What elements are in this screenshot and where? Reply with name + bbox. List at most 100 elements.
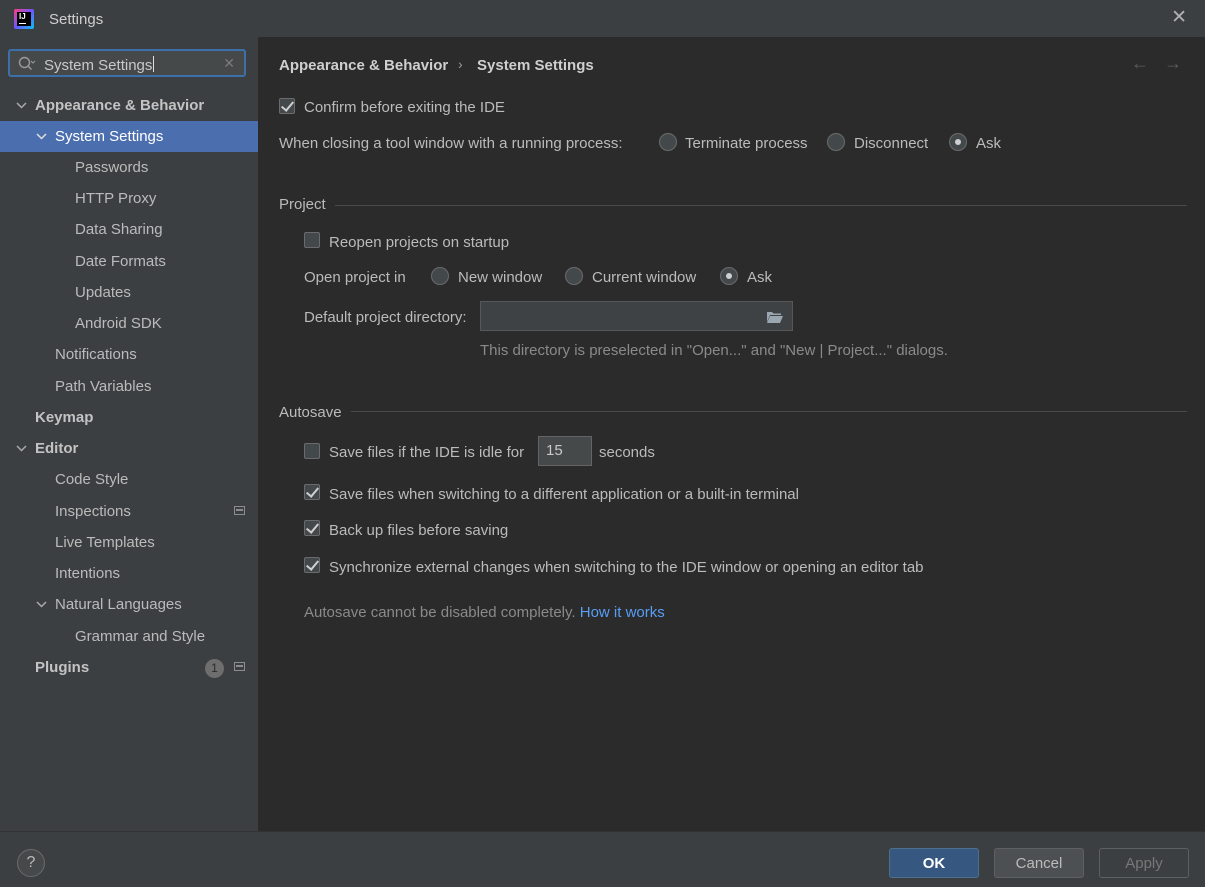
project-level-icon (234, 662, 245, 671)
sidebar-item-label: Notifications (55, 346, 137, 363)
autosave-separator (351, 411, 1187, 412)
sidebar-item-editor[interactable]: Editor (0, 433, 258, 464)
new-window-label: New window (458, 269, 543, 286)
sidebar-item-label: Grammar and Style (75, 628, 206, 645)
sidebar-item-code-style[interactable]: Code Style (0, 464, 258, 495)
sidebar-item-plugins[interactable]: Plugins 1 (0, 652, 258, 683)
sidebar-item-label: Intentions (55, 565, 121, 582)
chevron-down-icon[interactable] (16, 100, 27, 111)
confirm-exit-label: Confirm before exiting the IDE (304, 99, 505, 116)
idle-seconds-input[interactable]: 15 (538, 436, 592, 466)
intellij-logo-icon: IJ (14, 9, 34, 29)
ok-button[interactable]: OK (889, 848, 979, 878)
plugins-update-badge: 1 (205, 659, 224, 678)
how-it-works-link[interactable]: How it works (580, 604, 665, 621)
search-value: System Settings (44, 57, 153, 74)
sidebar-item-live-templates[interactable]: Live Templates (0, 527, 258, 558)
sidebar-item-label: Data Sharing (75, 221, 163, 238)
sidebar-item-inspections[interactable]: Inspections (0, 496, 258, 527)
autosave-note: Autosave cannot be disabled completely. … (304, 604, 665, 621)
sidebar-item-label: Code Style (55, 471, 129, 488)
sidebar-item-label: Path Variables (55, 378, 152, 395)
ask-label: Ask (976, 135, 1002, 152)
sidebar-item-notifications[interactable]: Notifications (0, 339, 258, 370)
current-window-radio[interactable] (565, 267, 583, 285)
sidebar-item-appearance-behavior[interactable]: Appearance & Behavior (0, 90, 258, 121)
project-level-icon (234, 506, 245, 515)
sidebar-item-updates[interactable]: Updates (0, 277, 258, 308)
sidebar-item-label: Passwords (75, 159, 149, 176)
backup-label: Back up files before saving (329, 522, 509, 539)
sidebar-item-label: Plugins (35, 659, 90, 676)
breadcrumb-current: System Settings (477, 57, 594, 74)
sidebar-item-data-sharing[interactable]: Data Sharing (0, 214, 258, 245)
default-dir-label: Default project directory: (304, 309, 467, 326)
save-idle-checkbox[interactable] (304, 443, 320, 459)
terminate-process-label: Terminate process (685, 135, 808, 152)
sidebar-item-passwords[interactable]: Passwords (0, 152, 258, 183)
breadcrumb-separator-icon: › (458, 56, 463, 72)
help-icon[interactable]: ? (17, 849, 45, 877)
chevron-down-icon[interactable] (16, 443, 27, 454)
cancel-button[interactable]: Cancel (994, 848, 1084, 878)
closing-tool-window-label: When closing a tool window with a runnin… (279, 135, 623, 152)
sidebar-item-keymap[interactable]: Keymap (0, 402, 258, 433)
project-section-title: Project (279, 196, 326, 213)
chevron-down-icon[interactable] (36, 599, 47, 610)
project-separator (335, 205, 1187, 206)
sync-external-label: Synchronize external changes when switch… (329, 559, 924, 576)
title-bar: IJ Settings ✕ (0, 0, 1205, 37)
sidebar-item-label: Android SDK (75, 315, 162, 332)
autosave-note-text: Autosave cannot be disabled completely. (304, 604, 576, 621)
sidebar-item-natural-languages[interactable]: Natural Languages (0, 589, 258, 620)
current-window-label: Current window (592, 269, 697, 286)
sidebar-item-label: Date Formats (75, 253, 166, 270)
sidebar-item-label: Appearance & Behavior (35, 97, 205, 114)
sidebar-item-label: Natural Languages (55, 596, 182, 613)
open-project-in-label: Open project in (304, 269, 406, 286)
chevron-down-icon[interactable] (36, 131, 47, 142)
autosave-section-title: Autosave (279, 404, 342, 421)
terminate-process-radio[interactable] (659, 133, 677, 151)
search-input[interactable]: System Settings ✕ (8, 49, 246, 77)
clear-search-icon[interactable]: ✕ (223, 55, 235, 72)
new-window-radio[interactable] (431, 267, 449, 285)
ask-open-label: Ask (747, 269, 773, 286)
settings-content: Appearance & Behavior › System Settings … (258, 37, 1205, 831)
sidebar-item-date-formats[interactable]: Date Formats (0, 246, 258, 277)
confirm-exit-checkbox[interactable] (279, 98, 295, 114)
breadcrumb-parent[interactable]: Appearance & Behavior (279, 57, 448, 74)
apply-button[interactable]: Apply (1099, 848, 1189, 878)
back-arrow-icon[interactable]: ← (1131, 53, 1149, 74)
default-dir-field[interactable] (480, 301, 793, 331)
forward-arrow-icon[interactable]: → (1164, 53, 1182, 74)
sidebar-item-android-sdk[interactable]: Android SDK (0, 308, 258, 339)
search-icon (18, 56, 36, 70)
logo-text: IJ (19, 12, 26, 21)
sidebar-item-grammar-and-style[interactable]: Grammar and Style (0, 621, 258, 652)
sidebar-item-label: Editor (35, 440, 79, 457)
ask-radio[interactable] (949, 133, 967, 151)
save-idle-label: Save files if the IDE is idle for (329, 444, 525, 461)
disconnect-label: Disconnect (854, 135, 929, 152)
disconnect-radio[interactable] (827, 133, 845, 151)
backup-checkbox[interactable] (304, 520, 320, 536)
sidebar-item-label: System Settings (55, 128, 164, 145)
settings-sidebar: System Settings ✕ Appearance & Behavior … (0, 37, 258, 831)
sidebar-item-path-variables[interactable]: Path Variables (0, 371, 258, 402)
sidebar-item-label: Live Templates (55, 534, 155, 551)
reopen-projects-checkbox[interactable] (304, 232, 320, 248)
close-icon[interactable]: ✕ (1171, 8, 1187, 27)
reopen-projects-label: Reopen projects on startup (329, 234, 510, 251)
sync-external-checkbox[interactable] (304, 557, 320, 573)
sidebar-item-label: Inspections (55, 503, 131, 520)
sidebar-item-label: HTTP Proxy (75, 190, 157, 207)
dialog-footer: ? OK Cancel Apply (0, 831, 1205, 887)
sidebar-item-http-proxy[interactable]: HTTP Proxy (0, 183, 258, 214)
save-switching-checkbox[interactable] (304, 484, 320, 500)
ask-open-radio[interactable] (720, 267, 738, 285)
folder-icon[interactable] (766, 310, 784, 324)
sidebar-item-intentions[interactable]: Intentions (0, 558, 258, 589)
default-dir-hint: This directory is preselected in "Open..… (480, 342, 948, 359)
sidebar-item-system-settings[interactable]: System Settings (0, 121, 258, 152)
